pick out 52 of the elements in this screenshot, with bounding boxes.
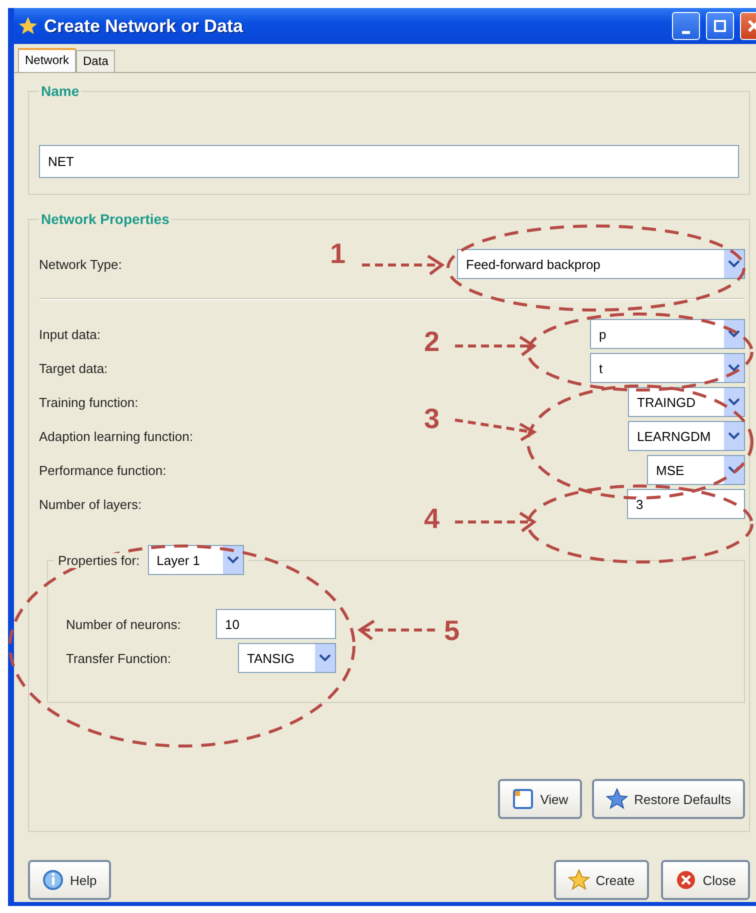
dropdown[interactable]: LEARNGDM — [628, 421, 745, 451]
annotation-number: 5 — [444, 615, 460, 647]
star-icon — [606, 788, 628, 810]
field-label: Network Type: — [39, 256, 122, 272]
dropdown[interactable]: TANSIG — [238, 643, 336, 673]
window-title: Create Network or Data — [44, 16, 244, 36]
dropdown[interactable]: MSE — [647, 455, 745, 485]
input-field[interactable]: 3 — [627, 489, 745, 519]
chevron-down-icon — [319, 654, 331, 662]
minimize-button[interactable] — [672, 12, 700, 40]
dialog-button[interactable]: Create — [554, 860, 649, 900]
dropdown[interactable]: t — [590, 353, 745, 383]
dialog-button[interactable]: Restore Defaults — [592, 779, 745, 819]
chevron-down-icon — [728, 260, 740, 268]
group-title: Name — [40, 83, 80, 99]
tab[interactable]: Network — [18, 48, 76, 72]
input-field[interactable]: 10 — [216, 609, 336, 639]
annotation-number: 4 — [424, 503, 440, 535]
layer-dropdown[interactable]: Layer 1 — [148, 545, 244, 575]
field-label: Target data: — [39, 360, 108, 376]
dialog-button[interactable]: View — [498, 779, 582, 819]
name-field[interactable]: NET — [39, 145, 739, 178]
window-icon — [512, 788, 534, 810]
maximize-icon — [714, 20, 726, 32]
chevron-down-icon — [728, 466, 740, 474]
field-label: Training function: — [39, 394, 138, 410]
close-icon — [674, 869, 697, 891]
field-label: Performance function: — [39, 462, 166, 478]
dropdown[interactable]: TRAINGD — [628, 387, 745, 417]
chevron-down-icon — [728, 398, 740, 406]
annotation-number: 1 — [330, 238, 346, 270]
minimize-icon — [682, 30, 690, 34]
chevron-down-icon — [728, 432, 740, 440]
group-title: Network Properties — [40, 211, 170, 227]
maximize-button[interactable] — [706, 12, 734, 40]
dialog-button[interactable]: Close — [660, 860, 750, 900]
chevron-down-icon — [728, 330, 740, 338]
field-label: Properties for: — [58, 552, 140, 568]
annotation-number: 2 — [424, 326, 440, 358]
chevron-down-icon — [226, 556, 239, 564]
field-label: Number of layers: — [39, 496, 142, 512]
tab[interactable]: Data — [76, 50, 116, 72]
star-icon — [18, 16, 38, 36]
annotation-number: 3 — [424, 403, 440, 435]
star-icon — [568, 869, 590, 891]
chevron-down-icon — [728, 364, 740, 372]
network-type-dropdown[interactable]: Feed-forward backprop — [457, 249, 745, 279]
field-label: Adaption learning function: — [39, 428, 193, 444]
dialog-button[interactable]: Help — [28, 860, 111, 900]
info-icon — [42, 869, 64, 891]
field-label: Input data: — [39, 326, 100, 342]
dropdown[interactable]: p — [590, 319, 745, 349]
